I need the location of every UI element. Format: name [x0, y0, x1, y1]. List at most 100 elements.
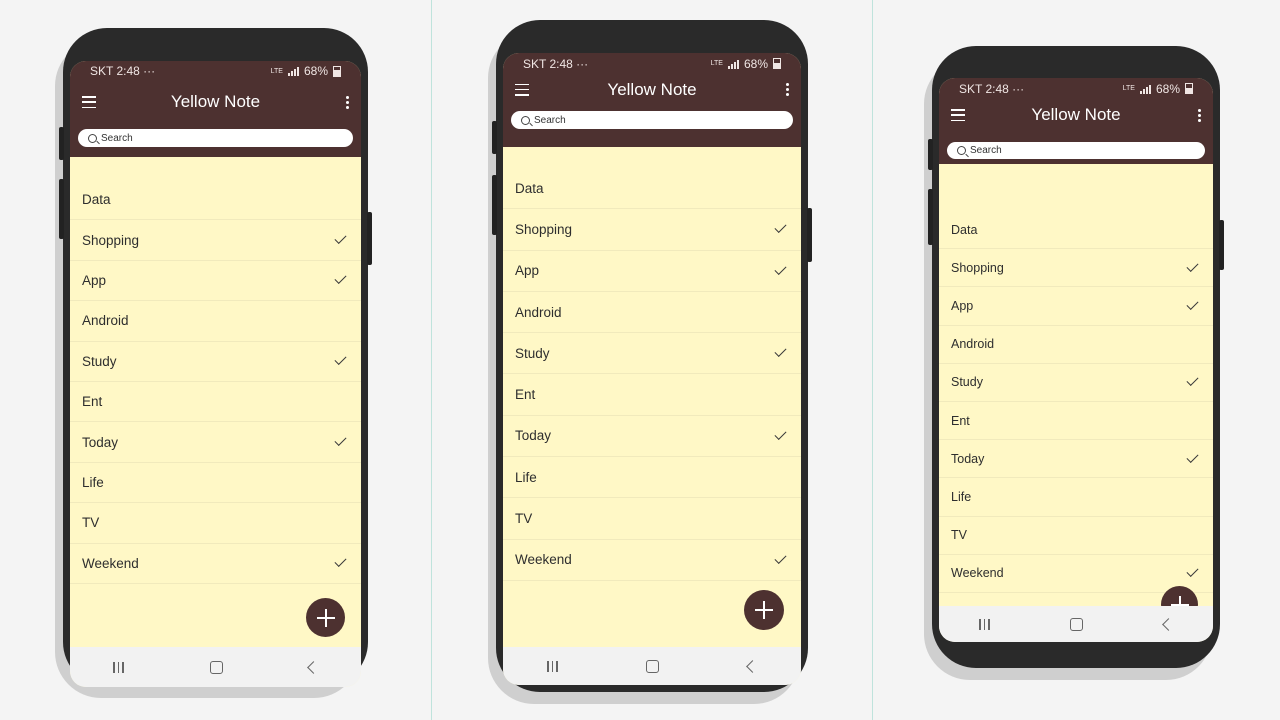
note-label: Study [82, 353, 117, 369]
panel-divider [872, 0, 873, 720]
add-note-button[interactable] [306, 598, 345, 637]
hamburger-menu-icon[interactable] [951, 109, 965, 121]
phone-mockup: SKT 2:48 ··· LTE 68% Yellow Note Search [55, 28, 372, 698]
app-bar: Yellow Note [939, 101, 1213, 129]
note-label: TV [82, 515, 100, 531]
lte-icon: LTE [1122, 85, 1135, 92]
note-label: App [82, 272, 107, 288]
note-item[interactable]: Ent [939, 402, 1213, 441]
app-title: Yellow Note [170, 92, 261, 111]
search-placeholder: Search [970, 145, 1002, 156]
add-note-button[interactable] [744, 590, 784, 630]
note-item[interactable]: Shopping [503, 209, 801, 251]
note-label: Weekend [82, 555, 139, 571]
recents-icon[interactable] [979, 618, 990, 630]
lte-icon: LTE [270, 67, 283, 75]
hamburger-menu-icon[interactable] [82, 96, 96, 108]
note-item[interactable]: App [503, 251, 801, 292]
note-label: Life [515, 469, 537, 485]
check-icon [774, 262, 787, 275]
note-label: App [515, 263, 540, 279]
note-item[interactable]: Shopping [939, 249, 1213, 288]
note-item[interactable]: Today [939, 440, 1213, 479]
note-item[interactable]: App [939, 287, 1213, 326]
check-icon [334, 434, 347, 447]
note-label: Android [82, 313, 129, 329]
power-button [1219, 220, 1224, 270]
lte-icon: LTE [710, 60, 723, 67]
note-item[interactable]: Today [70, 422, 361, 463]
note-item[interactable]: Data [939, 211, 1213, 250]
more-vert-icon[interactable] [786, 83, 789, 96]
home-icon[interactable] [646, 659, 660, 673]
system-nav-bar [70, 647, 361, 687]
note-item[interactable]: Study [939, 364, 1213, 402]
note-item[interactable]: Life [503, 457, 801, 499]
note-item[interactable]: Weekend [503, 540, 801, 581]
check-icon [334, 353, 347, 366]
search-icon [521, 115, 530, 125]
recents-icon[interactable] [547, 660, 558, 672]
check-icon [1186, 297, 1199, 310]
note-item[interactable]: Study [503, 333, 801, 375]
note-label: Weekend [951, 566, 1004, 581]
note-item[interactable]: Study [70, 342, 361, 382]
panel-divider [431, 0, 432, 720]
phone-mockup: SKT 2:48 ··· LTE 68% Yellow Note Search [488, 20, 812, 704]
note-item[interactable]: TV [70, 503, 361, 544]
note-item[interactable]: TV [503, 498, 801, 540]
carrier-time: SKT 2:48 ··· [959, 81, 1025, 96]
note-list: Data Shopping App Android Study Ent Today Life T… [70, 180, 361, 584]
note-item[interactable]: Shopping [70, 220, 361, 261]
hamburger-menu-icon[interactable] [515, 83, 529, 96]
back-icon[interactable] [307, 660, 320, 674]
power-button [807, 208, 812, 262]
carrier-time: SKT 2:48 ··· [523, 56, 589, 71]
app-title: Yellow Note [607, 79, 697, 99]
back-icon[interactable] [1161, 617, 1175, 631]
home-icon[interactable] [209, 660, 223, 674]
more-vert-icon[interactable] [346, 95, 349, 109]
note-item[interactable]: Weekend [70, 544, 361, 584]
search-input[interactable]: Search [511, 111, 793, 129]
note-label: Android [515, 304, 562, 320]
home-icon[interactable] [1070, 617, 1084, 631]
note-label: Shopping [515, 221, 573, 237]
note-item[interactable]: Android [939, 326, 1213, 364]
volume-button [492, 120, 497, 155]
note-item[interactable]: Ent [70, 382, 361, 423]
battery-level: 68% [1155, 81, 1180, 96]
note-item[interactable]: Ent [503, 374, 801, 416]
note-item[interactable]: Today [503, 416, 801, 458]
note-item[interactable]: Android [503, 292, 801, 334]
status-bar: SKT 2:48 ··· LTE 68% [503, 54, 801, 73]
plus-icon [316, 608, 335, 627]
battery-level: 68% [303, 64, 328, 78]
check-icon [334, 272, 347, 285]
note-item[interactable]: Data [503, 168, 801, 210]
search-input[interactable]: Search [947, 142, 1205, 159]
check-icon [1186, 450, 1199, 463]
app-screen: SKT 2:48 ··· LTE 68% Yellow Note Search [503, 53, 801, 685]
note-item[interactable]: Life [70, 463, 361, 504]
back-icon[interactable] [745, 659, 759, 673]
recents-icon[interactable] [113, 661, 124, 673]
search-icon [88, 133, 97, 143]
note-item[interactable]: Life [939, 478, 1213, 517]
note-label: Data [951, 222, 978, 237]
app-title: Yellow Note [1031, 105, 1121, 124]
search-icon [957, 146, 966, 155]
note-label: Study [951, 375, 983, 390]
search-input[interactable]: Search [78, 129, 353, 147]
note-label: Weekend [515, 552, 572, 568]
note-item[interactable]: Data [70, 180, 361, 221]
note-label: TV [951, 528, 967, 543]
note-item[interactable]: App [70, 261, 361, 302]
battery-level: 68% [743, 56, 768, 71]
note-label: Today [515, 428, 552, 444]
signal-icon [1139, 84, 1151, 94]
more-vert-icon[interactable] [1198, 108, 1201, 122]
note-item[interactable]: Android [70, 301, 361, 342]
note-item[interactable]: TV [939, 517, 1213, 555]
note-label: Life [951, 489, 972, 504]
